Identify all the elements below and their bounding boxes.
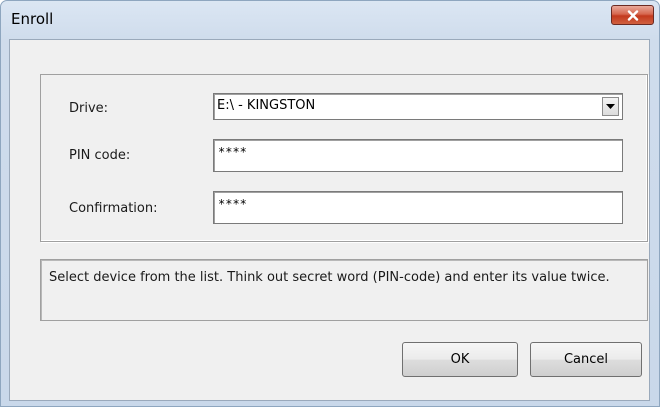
confirmation-field[interactable] [213,191,623,224]
pin-code-field[interactable] [213,139,623,172]
drive-label: Drive: [69,101,109,116]
ok-button[interactable]: OK [402,342,518,377]
drive-dropdown-button[interactable] [602,97,619,116]
close-button[interactable] [611,5,654,25]
drive-select[interactable]: E:\ - KINGSTON [213,93,623,120]
window-title: Enroll [11,10,54,28]
confirmation-label: Confirmation: [69,201,158,216]
pin-code-label: PIN code: [69,148,131,163]
cancel-button[interactable]: Cancel [530,342,642,377]
info-box: Select device from the list. Think out s… [40,259,648,321]
pin-code-input[interactable] [218,143,613,161]
drive-select-value: E:\ - KINGSTON [217,98,316,113]
close-x-icon [627,9,638,21]
title-bar[interactable]: Enroll [1,1,659,39]
info-text: Select device from the list. Think out s… [49,270,610,285]
confirmation-input[interactable] [218,195,613,213]
chevron-down-icon [606,103,615,109]
